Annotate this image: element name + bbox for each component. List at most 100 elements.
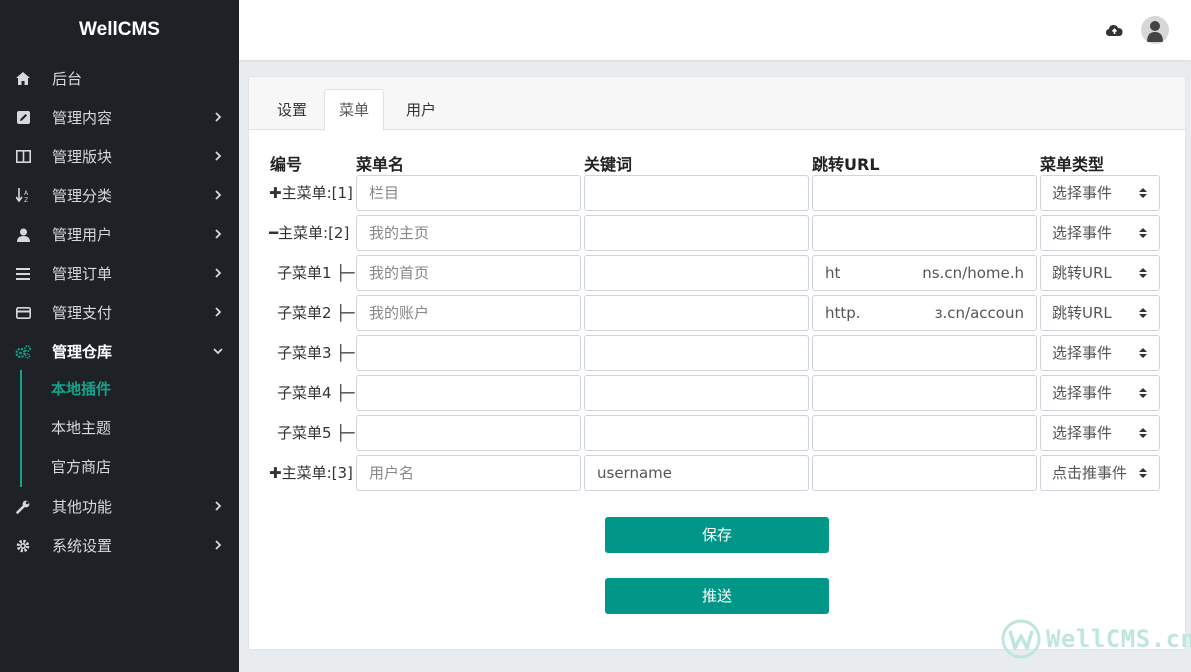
url-input[interactable]: ht ns.cn/home.h xyxy=(812,255,1037,291)
save-button[interactable]: 保存 xyxy=(605,517,829,553)
row-label[interactable]: ━主菜单:[2] xyxy=(269,215,357,251)
url-input[interactable] xyxy=(812,335,1037,371)
menu-type-select[interactable]: 选择事件 xyxy=(1040,335,1160,371)
menu-type-select[interactable]: 跳转URL xyxy=(1040,295,1160,331)
sidebar-item-orders[interactable]: 管理订单 xyxy=(0,254,239,293)
keyword-input[interactable] xyxy=(584,335,809,371)
url-value-end: ɜ.cn/accoun xyxy=(934,304,1024,322)
user-icon xyxy=(14,226,32,244)
sidebar-item-label: 管理版块 xyxy=(52,148,113,166)
menu-type-value: 选择事件 xyxy=(1052,184,1113,202)
sidebar-item-label: 管理支付 xyxy=(52,304,113,322)
menu-type-value: 点击推事件 xyxy=(1052,464,1128,482)
watermark: WellCMS.cn xyxy=(1000,615,1191,663)
url-value-start: ht xyxy=(825,264,841,282)
url-input[interactable] xyxy=(812,375,1037,411)
column-header-keyword: 关键词 xyxy=(584,155,633,174)
url-input[interactable] xyxy=(812,175,1037,211)
sidebar-item-payments[interactable]: 管理支付 xyxy=(0,293,239,332)
keyword-input[interactable] xyxy=(584,255,809,291)
wellcms-logo-icon xyxy=(1001,619,1041,659)
select-arrow-icon xyxy=(1139,188,1147,198)
top-header xyxy=(239,0,1191,60)
url-input[interactable]: http. ɜ.cn/accoun xyxy=(812,295,1037,331)
brand-logo[interactable]: WellCMS xyxy=(0,0,239,60)
sidebar-item-users[interactable]: 管理用户 xyxy=(0,215,239,254)
cloud-upload-icon[interactable] xyxy=(1105,21,1125,41)
keyword-input[interactable] xyxy=(584,215,809,251)
chevron-down-icon xyxy=(213,348,223,355)
sidebar-subitem-official-store[interactable]: 官方商店 xyxy=(51,448,111,487)
menu-type-select[interactable]: 选择事件 xyxy=(1040,375,1160,411)
push-button[interactable]: 推送 xyxy=(605,578,829,614)
sidebar-subitem-local-themes[interactable]: 本地主题 xyxy=(51,409,111,448)
chevron-right-icon xyxy=(215,501,222,511)
select-arrow-icon xyxy=(1139,308,1147,318)
sidebar-item-content[interactable]: 管理内容 xyxy=(0,98,239,137)
sidebar-item-settings[interactable]: 系统设置 xyxy=(0,526,239,565)
sidebar-item-categories[interactable]: AZ 管理分类 xyxy=(0,176,239,215)
sidebar-item-label: 管理订单 xyxy=(52,265,113,283)
keyword-input[interactable] xyxy=(584,455,809,491)
menu-name-input[interactable] xyxy=(356,255,581,291)
main-card: 设置 菜单 用户 编号 菜单名 关键词 跳转URL 菜单类型 ✚主菜单:[1] 选… xyxy=(248,76,1186,650)
url-value-start: http. xyxy=(825,304,861,322)
home-icon xyxy=(14,70,32,88)
menu-name-input[interactable] xyxy=(356,335,581,371)
sidebar-item-label: 管理内容 xyxy=(52,109,113,127)
tab-bar: 设置 菜单 用户 xyxy=(249,77,1185,131)
url-input[interactable] xyxy=(812,415,1037,451)
tab-users[interactable]: 用户 xyxy=(391,89,451,131)
credit-card-icon xyxy=(14,304,32,322)
menu-name-input[interactable] xyxy=(356,415,581,451)
tab-settings[interactable]: 设置 xyxy=(262,89,322,131)
menu-name-input[interactable] xyxy=(356,215,581,251)
sidebar-item-forums[interactable]: 管理版块 xyxy=(0,137,239,176)
row-label: 子菜单4 ├─ xyxy=(277,384,355,402)
menu-name-input[interactable] xyxy=(356,295,581,331)
row-label: 子菜单1 ├─ xyxy=(277,264,355,282)
select-arrow-icon xyxy=(1139,388,1147,398)
sidebar-item-label: 管理用户 xyxy=(52,226,113,244)
url-input[interactable] xyxy=(812,215,1037,251)
menu-name-input[interactable] xyxy=(356,375,581,411)
watermark-text: WellCMS.cn xyxy=(1046,625,1191,653)
row-label[interactable]: ✚主菜单:[1] xyxy=(269,175,357,211)
row-label: 子菜单5 ├─ xyxy=(277,424,355,442)
sidebar-subitem-local-plugins[interactable]: 本地插件 xyxy=(51,370,111,409)
menu-type-value: 选择事件 xyxy=(1052,344,1113,362)
menu-type-select[interactable]: 选择事件 xyxy=(1040,415,1160,451)
menu-type-select[interactable]: 选择事件 xyxy=(1040,175,1160,211)
tab-menu[interactable]: 菜单 xyxy=(324,89,385,131)
url-input[interactable] xyxy=(812,455,1037,491)
gear-icon xyxy=(14,537,32,555)
menu-name-input[interactable] xyxy=(356,175,581,211)
chevron-right-icon xyxy=(215,151,222,161)
keyword-input[interactable] xyxy=(584,415,809,451)
menu-name-input[interactable] xyxy=(356,455,581,491)
select-arrow-icon xyxy=(1139,228,1147,238)
keyword-input[interactable] xyxy=(584,295,809,331)
select-arrow-icon xyxy=(1139,428,1147,438)
sidebar-item-label: 系统设置 xyxy=(52,537,113,555)
menu-type-select[interactable]: 点击推事件 xyxy=(1040,455,1160,491)
column-header-menu-name: 菜单名 xyxy=(356,155,405,174)
sidebar-item-warehouse[interactable]: 管理仓库 xyxy=(0,332,239,371)
columns-icon xyxy=(14,148,32,166)
sidebar-item-label: 管理仓库 xyxy=(52,343,113,361)
avatar[interactable] xyxy=(1141,16,1169,44)
sidebar-item-other[interactable]: 其他功能 xyxy=(0,487,239,526)
keyword-input[interactable] xyxy=(584,175,809,211)
svg-text:A: A xyxy=(24,190,29,197)
chevron-right-icon xyxy=(215,268,222,278)
sidebar-item-dashboard[interactable]: 后台 xyxy=(0,59,239,98)
menu-type-select[interactable]: 跳转URL xyxy=(1040,255,1160,291)
row-label: 子菜单3 ├─ xyxy=(277,344,355,362)
sidebar-item-label: 管理分类 xyxy=(52,187,113,205)
menu-type-select[interactable]: 选择事件 xyxy=(1040,215,1160,251)
sidebar-item-label: 其他功能 xyxy=(52,498,113,516)
row-label[interactable]: ✚主菜单:[3] xyxy=(269,455,357,491)
column-header-menu-type: 菜单类型 xyxy=(1040,155,1105,174)
row-label: 子菜单2 ├─ xyxy=(277,304,355,322)
keyword-input[interactable] xyxy=(584,375,809,411)
